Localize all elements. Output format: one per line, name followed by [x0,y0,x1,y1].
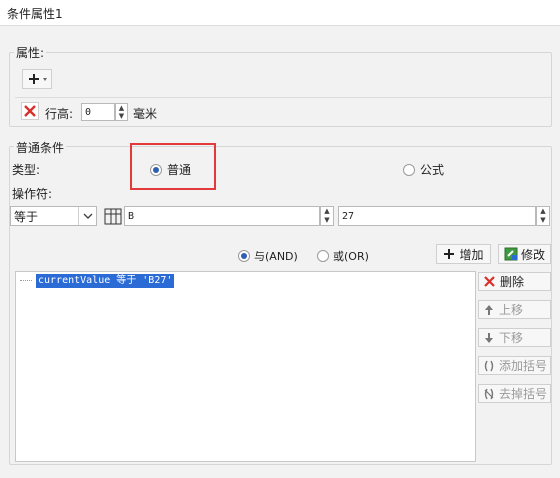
chevron-down-icon[interactable] [78,207,96,225]
delete-button[interactable]: 删除 [478,272,551,291]
window-title: 条件属性1 [7,7,63,21]
type-label: 类型: [12,163,41,177]
row-height-unit: 毫米 [133,107,158,121]
tree-connector [20,280,32,281]
radio-unselected[interactable] [317,250,329,262]
row-height-input[interactable]: 0 [81,103,115,121]
plus-icon [444,249,455,259]
chevron-up-icon[interactable]: ▲ [537,207,549,216]
condition-group-label: 普通条件 [14,139,67,156]
edit-icon [504,247,518,261]
add-condition-button[interactable]: 增加 [436,244,491,264]
condition-list[interactable]: currentValue 等于 'B27' [15,271,476,462]
logic-option-and[interactable]: 与(AND) [238,248,298,264]
row-height-stepper[interactable]: ▲ ▼ [115,103,128,121]
properties-divider [15,97,551,98]
chevron-down-icon[interactable]: ▼ [116,112,127,120]
radio-unselected[interactable] [403,163,415,176]
list-item[interactable]: currentValue 等于 'B27' [36,274,175,288]
move-up-button[interactable]: 上移 [478,300,551,319]
type-option-formula[interactable]: 公式 [403,161,444,178]
close-icon [484,276,495,287]
arrow-down-icon [485,332,493,343]
value-2-stepper[interactable]: ▲ ▼ [536,206,550,226]
modify-condition-button[interactable]: 修改 [498,244,551,264]
close-icon [24,105,36,117]
properties-group-label: 属性: [14,44,47,61]
operator-select[interactable]: 等于 [10,206,97,226]
column-picker-icon[interactable] [103,206,123,226]
radio-selected[interactable] [238,250,250,262]
type-option-normal[interactable]: 普通 [150,161,191,178]
condition-value-input-2[interactable]: 27 [338,206,536,226]
row-height-label: 行高: [45,107,74,121]
remove-bracket-button[interactable]: 去掉括号 [478,384,551,403]
add-property-dropdown-button[interactable] [22,69,52,89]
operator-select-value: 等于 [14,209,39,224]
add-bracket-button[interactable]: 添加括号 [478,356,551,375]
arrow-up-icon [485,304,493,315]
chevron-up-icon[interactable]: ▲ [116,104,127,112]
move-down-button[interactable]: 下移 [478,328,551,347]
plus-icon [29,74,47,84]
remove-bracket-icon [484,388,494,399]
chevron-up-icon[interactable]: ▲ [321,207,333,216]
remove-property-button[interactable] [21,102,39,120]
operator-label: 操作符: [12,187,53,201]
value-1-stepper[interactable]: ▲ ▼ [320,206,334,226]
chevron-down-icon[interactable]: ▼ [537,216,549,225]
condition-value-input-1[interactable]: B [124,206,320,226]
title-bar: 条件属性1 [0,0,560,26]
bracket-icon [484,360,494,371]
logic-option-or[interactable]: 或(OR) [317,248,369,264]
radio-selected[interactable] [150,163,162,176]
chevron-down-icon[interactable]: ▼ [321,216,333,225]
